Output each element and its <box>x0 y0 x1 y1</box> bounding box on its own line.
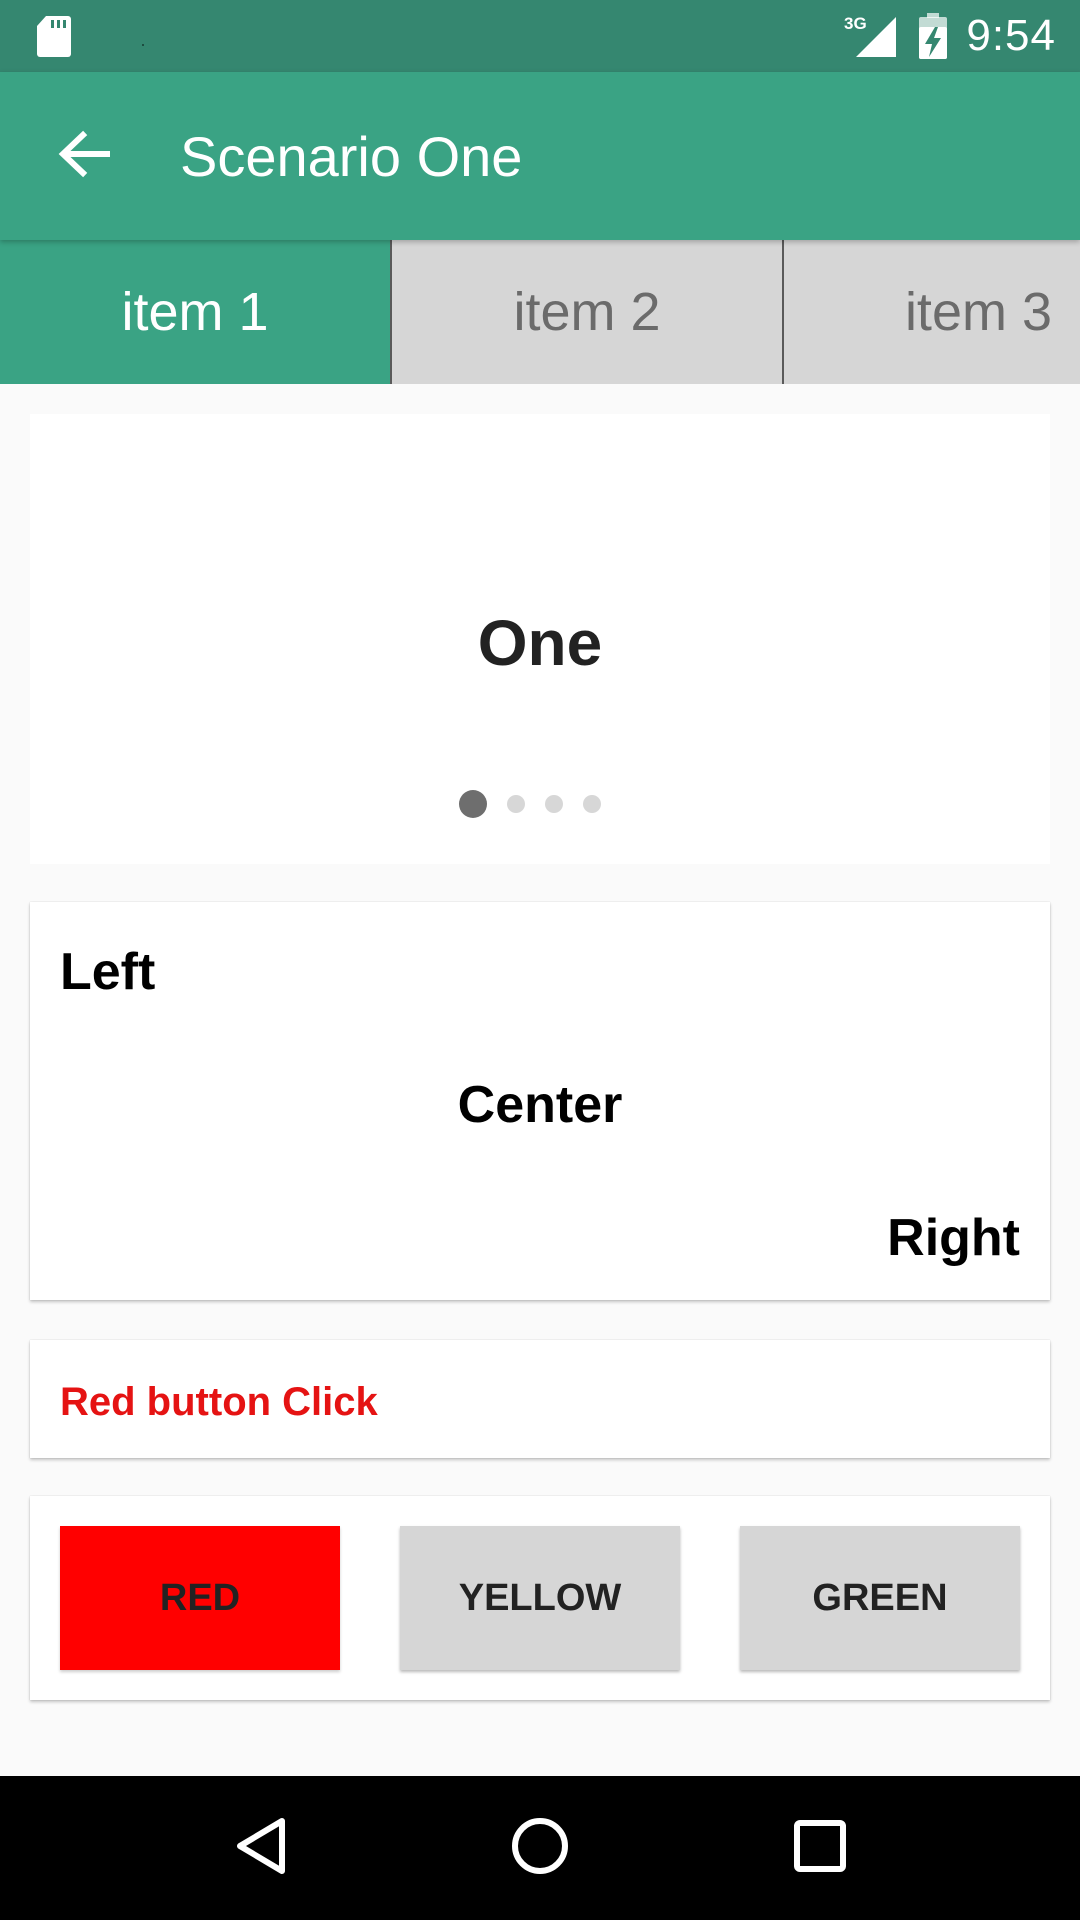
nav-back-button[interactable] <box>200 1788 320 1908</box>
page-dot-4 <box>583 795 601 813</box>
alignment-card: Left Center Right <box>30 902 1050 1300</box>
app-bar: Scenario One <box>0 72 1080 240</box>
status-left <box>36 14 144 58</box>
recents-square-icon <box>792 1818 848 1879</box>
page-indicator <box>30 790 1050 818</box>
nav-recents-button[interactable] <box>760 1788 880 1908</box>
red-button[interactable]: RED <box>60 1526 340 1670</box>
pager-page-text: One <box>477 607 603 679</box>
system-nav-bar <box>0 1776 1080 1920</box>
tab-item-1[interactable]: item 1 <box>0 240 392 384</box>
click-status-card: Red button Click <box>30 1340 1050 1458</box>
home-circle-icon <box>510 1816 570 1881</box>
page-title: Scenario One <box>180 124 523 188</box>
click-status-message: Red button Click <box>60 1380 378 1424</box>
signal-3g-icon: 3G <box>844 13 900 59</box>
status-bar: 3G 9:54 <box>0 0 1080 72</box>
page-dot-3 <box>545 795 563 813</box>
page-dot-1 <box>459 790 487 818</box>
back-button[interactable] <box>34 106 134 206</box>
network-type-label: 3G <box>844 14 867 33</box>
left-label: Left <box>60 943 156 1001</box>
tab-bar: item 1 item 2 item 3 <box>0 240 1080 384</box>
status-time: 9:54 <box>966 11 1056 60</box>
battery-charging-icon <box>918 13 948 59</box>
sd-card-icon <box>36 14 72 58</box>
tab-item-3[interactable]: item 3 <box>784 240 1080 384</box>
center-label: Center <box>457 1076 623 1134</box>
nav-home-button[interactable] <box>480 1788 600 1908</box>
status-right: 3G 9:54 <box>844 11 1056 61</box>
color-buttons-card: RED YELLOW GREEN <box>30 1496 1050 1700</box>
tab-item-2[interactable]: item 2 <box>392 240 784 384</box>
back-triangle-icon <box>232 1816 288 1881</box>
arrow-back-icon <box>57 130 111 183</box>
page-dot-2 <box>507 795 525 813</box>
right-label: Right <box>887 1209 1020 1267</box>
green-button[interactable]: GREEN <box>740 1526 1020 1670</box>
yellow-button[interactable]: YELLOW <box>400 1526 680 1670</box>
notification-dot <box>142 44 144 46</box>
view-pager[interactable]: One <box>30 414 1050 864</box>
